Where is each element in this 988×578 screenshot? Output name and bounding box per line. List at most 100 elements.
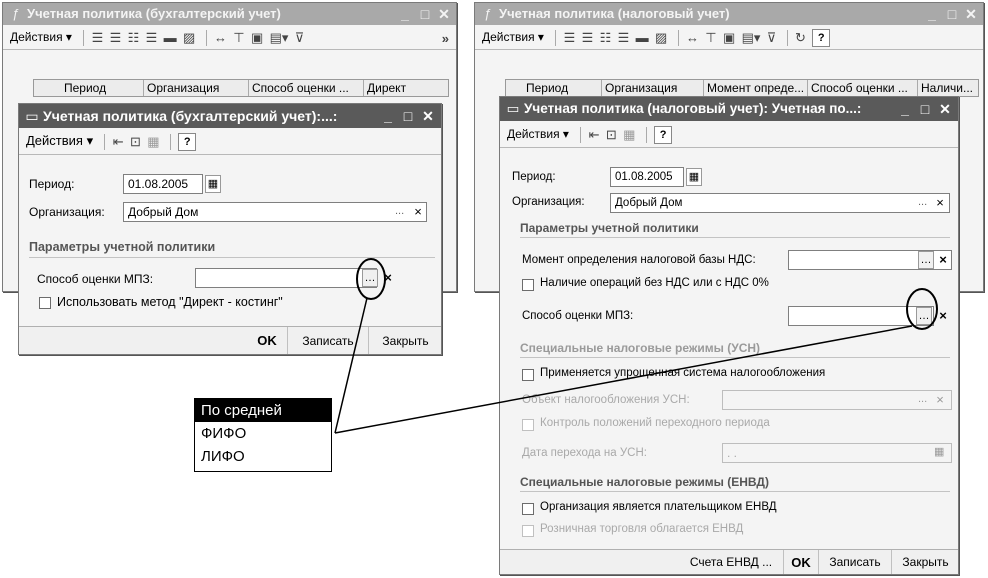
- clear-filter-icon[interactable]: ⊽: [295, 26, 305, 49]
- add-icon[interactable]: ☰: [564, 26, 576, 49]
- mpz-method-field[interactable]: [195, 268, 377, 288]
- refresh-icon[interactable]: ↻: [795, 26, 806, 49]
- calendar-icon[interactable]: ▦: [934, 445, 944, 458]
- usn-object-select-button[interactable]: ...: [918, 393, 927, 405]
- maximize-button[interactable]: □: [416, 3, 434, 25]
- column-organization[interactable]: Организация: [144, 80, 249, 96]
- close-form-button[interactable]: Закрыть: [368, 327, 442, 354]
- refresh-icon[interactable]: ⊡: [130, 129, 141, 154]
- envd-payer-checkbox[interactable]: [522, 503, 534, 515]
- toolbar-separator: [555, 29, 557, 46]
- hierarchy-icon[interactable]: ▣: [251, 26, 263, 49]
- maximize-button[interactable]: □: [943, 3, 961, 25]
- transition-date-field[interactable]: . .: [722, 443, 952, 463]
- column-organization[interactable]: Организация: [602, 80, 704, 96]
- mpz-method-field[interactable]: [788, 306, 934, 326]
- dropdown-option-lifo[interactable]: ЛИФО: [195, 445, 331, 468]
- usn-checkbox[interactable]: [522, 369, 534, 381]
- dropdown-option-fifo[interactable]: ФИФО: [195, 422, 331, 445]
- mpz-select-button[interactable]: …: [916, 307, 932, 325]
- hierarchy-icon[interactable]: ▣: [723, 26, 735, 49]
- actions-menu[interactable]: Действия ▾: [6, 25, 76, 49]
- ok-button[interactable]: OK: [249, 327, 285, 354]
- select-button[interactable]: ...: [395, 205, 404, 217]
- ok-button[interactable]: OK: [783, 550, 818, 574]
- mpz-method-dropdown: По средней ФИФО ЛИФО: [194, 398, 332, 472]
- delete-icon[interactable]: ▬: [164, 26, 177, 49]
- period-icon[interactable]: ↔: [214, 26, 227, 49]
- add-icon[interactable]: ☰: [92, 26, 104, 49]
- help-icon[interactable]: ?: [812, 28, 831, 47]
- save-button[interactable]: Записать: [287, 327, 368, 354]
- column-period[interactable]: Период: [34, 80, 144, 96]
- edit-icon[interactable]: ☰: [146, 26, 158, 49]
- add-group-icon[interactable]: ☷: [600, 26, 612, 49]
- close-button[interactable]: ✕: [435, 3, 453, 25]
- sort-icon[interactable]: ▤▾: [270, 26, 289, 49]
- help-icon[interactable]: ?: [654, 125, 673, 144]
- help-icon[interactable]: ?: [178, 132, 197, 151]
- mpz-select-button[interactable]: …: [362, 269, 378, 287]
- dropdown-option-average[interactable]: По средней: [195, 399, 331, 422]
- calendar-icon[interactable]: ▦: [686, 168, 702, 186]
- calendar-icon[interactable]: ▦: [205, 175, 221, 193]
- filter-icon[interactable]: ⊤: [233, 26, 244, 49]
- copy-icon[interactable]: ▦: [623, 122, 635, 147]
- close-form-button[interactable]: Закрыть: [891, 550, 959, 574]
- column-vat-moment[interactable]: Момент опреде...: [704, 80, 808, 96]
- vat-moment-clear-icon[interactable]: ×: [936, 251, 950, 269]
- copy-icon[interactable]: ☰: [110, 26, 122, 49]
- period-icon[interactable]: ↔: [686, 26, 699, 49]
- copy-icon[interactable]: ▦: [147, 129, 159, 154]
- clear-filter-icon[interactable]: ⊽: [767, 26, 777, 49]
- edit-icon[interactable]: ☰: [618, 26, 630, 49]
- minimize-button[interactable]: _: [896, 97, 914, 121]
- close-button[interactable]: ✕: [936, 97, 954, 121]
- direct-costing-checkbox[interactable]: [39, 297, 51, 309]
- clear-icon[interactable]: ×: [411, 203, 425, 221]
- copy-icon[interactable]: ☰: [582, 26, 594, 49]
- no-vat-ops-checkbox[interactable]: [522, 279, 534, 291]
- save-button[interactable]: Записать: [818, 550, 891, 574]
- select-button[interactable]: ...: [918, 196, 927, 208]
- post-icon[interactable]: ⇤: [589, 122, 600, 147]
- minimize-button[interactable]: _: [379, 104, 397, 128]
- period-field[interactable]: 01.08.2005: [123, 174, 203, 194]
- sort-icon[interactable]: ▤▾: [742, 26, 761, 49]
- actions-menu[interactable]: Действия ▾: [503, 121, 573, 147]
- maximize-button[interactable]: □: [916, 97, 934, 121]
- group-divider: [520, 491, 950, 492]
- minimize-button[interactable]: _: [923, 3, 941, 25]
- actions-menu[interactable]: Действия ▾: [478, 25, 548, 49]
- column-no-vat[interactable]: Наличи...: [918, 80, 978, 96]
- clear-icon[interactable]: ×: [933, 194, 947, 212]
- close-button[interactable]: ✕: [962, 3, 980, 25]
- post-icon[interactable]: ⇤: [113, 129, 124, 154]
- organization-field[interactable]: Добрый Дом: [123, 202, 427, 222]
- filter-icon[interactable]: ⊤: [705, 26, 716, 49]
- more-icon[interactable]: »: [442, 27, 449, 51]
- column-mpz-method[interactable]: Способ оценки ...: [249, 80, 364, 96]
- organization-field[interactable]: Добрый Дом: [610, 193, 950, 213]
- set-mark-icon[interactable]: ▨: [183, 26, 195, 49]
- column-direct[interactable]: Директ: [364, 80, 434, 96]
- column-period[interactable]: Период: [506, 80, 602, 96]
- retail-envd-checkbox[interactable]: [522, 525, 534, 537]
- column-mpz-method[interactable]: Способ оценки ...: [808, 80, 918, 96]
- set-mark-icon[interactable]: ▨: [655, 26, 667, 49]
- refresh-icon[interactable]: ⊡: [606, 122, 617, 147]
- actions-menu[interactable]: Действия ▾: [22, 128, 97, 154]
- maximize-button[interactable]: □: [399, 104, 417, 128]
- delete-icon[interactable]: ▬: [636, 26, 649, 49]
- envd-accounts-button[interactable]: Счета ЕНВД ...: [680, 550, 782, 574]
- close-button[interactable]: ✕: [419, 104, 437, 128]
- usn-object-clear-icon[interactable]: ×: [933, 391, 947, 409]
- add-group-icon[interactable]: ☷: [128, 26, 140, 49]
- vat-moment-select-button[interactable]: …: [918, 251, 934, 269]
- mpz-clear-icon[interactable]: ×: [381, 269, 395, 287]
- mpz-clear-icon[interactable]: ×: [936, 307, 950, 325]
- period-field[interactable]: 01.08.2005: [610, 167, 684, 187]
- transition-control-checkbox[interactable]: [522, 419, 534, 431]
- minimize-button[interactable]: _: [396, 3, 414, 25]
- retail-envd-label: Розничная торговля облагается ЕНВД: [540, 523, 744, 535]
